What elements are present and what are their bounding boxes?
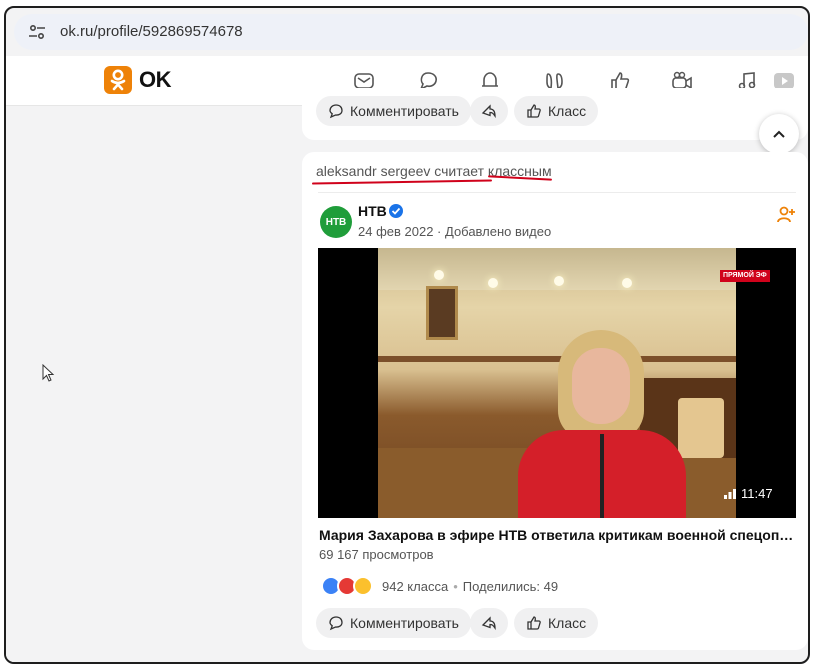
divider xyxy=(318,192,796,193)
logo-text[interactable]: OK xyxy=(139,67,172,93)
share-button[interactable] xyxy=(470,608,508,638)
sad-reaction-icon xyxy=(353,576,373,596)
comment-button[interactable]: Комментировать xyxy=(316,96,471,126)
chevron-up-icon xyxy=(773,130,785,138)
share-icon xyxy=(481,616,496,631)
comment-label: Комментировать xyxy=(350,615,459,631)
tune-icon[interactable] xyxy=(28,24,46,40)
presenter xyxy=(518,330,686,518)
browser-window: ok.ru/profile/592869574678 OK Комментиро… xyxy=(4,6,810,664)
duration-text: 11:47 xyxy=(741,486,773,501)
klass-label: Класс xyxy=(548,103,587,119)
quality-bars-icon xyxy=(724,488,736,499)
share-icon xyxy=(481,104,496,119)
video-player[interactable]: ПРЯМОЙ ЭФ 11:47 xyxy=(318,248,796,518)
shares-count[interactable]: Поделились: 49 xyxy=(463,579,558,594)
add-friend-icon[interactable] xyxy=(776,206,796,224)
author-name[interactable]: НТВ xyxy=(358,203,387,219)
url-text[interactable]: ok.ru/profile/592869574678 xyxy=(60,23,243,40)
mouse-cursor-icon xyxy=(42,364,55,382)
comment-icon xyxy=(329,104,343,119)
comment-label: Комментировать xyxy=(350,103,459,119)
video-frame xyxy=(378,248,736,518)
previous-post-card: Комментировать Класс xyxy=(302,88,808,140)
like-icon xyxy=(527,104,541,118)
comment-button[interactable]: Комментировать xyxy=(316,608,471,638)
video-title[interactable]: Мария Захарова в эфире НТВ ответила крит… xyxy=(319,527,799,543)
post-stats: 942 класса • Поделились: 49 xyxy=(382,579,559,594)
reaction-icons[interactable] xyxy=(321,576,379,596)
left-sidebar xyxy=(6,106,304,662)
klass-button[interactable]: Класс xyxy=(514,608,599,638)
views-count: 69 167 просмотров xyxy=(319,547,434,562)
share-button[interactable] xyxy=(470,96,508,126)
live-badge: ПРЯМОЙ ЭФ xyxy=(720,270,770,282)
klass-button[interactable]: Класс xyxy=(514,96,599,126)
klass-label: Класс xyxy=(548,615,587,631)
ok-logo-icon[interactable] xyxy=(104,66,132,94)
scroll-top-button[interactable] xyxy=(759,114,799,154)
comment-icon xyxy=(329,616,343,631)
author-avatar[interactable]: НТВ xyxy=(320,206,352,238)
like-icon xyxy=(527,616,541,630)
address-bar[interactable]: ok.ru/profile/592869574678 xyxy=(14,14,808,50)
next-post-card xyxy=(302,662,808,664)
verified-icon xyxy=(389,204,403,218)
video-duration: 11:47 xyxy=(724,486,773,501)
reactions-count[interactable]: 942 класса xyxy=(382,579,448,594)
post-meta: 24 фев 2022 · Добавлено видео xyxy=(358,224,552,239)
